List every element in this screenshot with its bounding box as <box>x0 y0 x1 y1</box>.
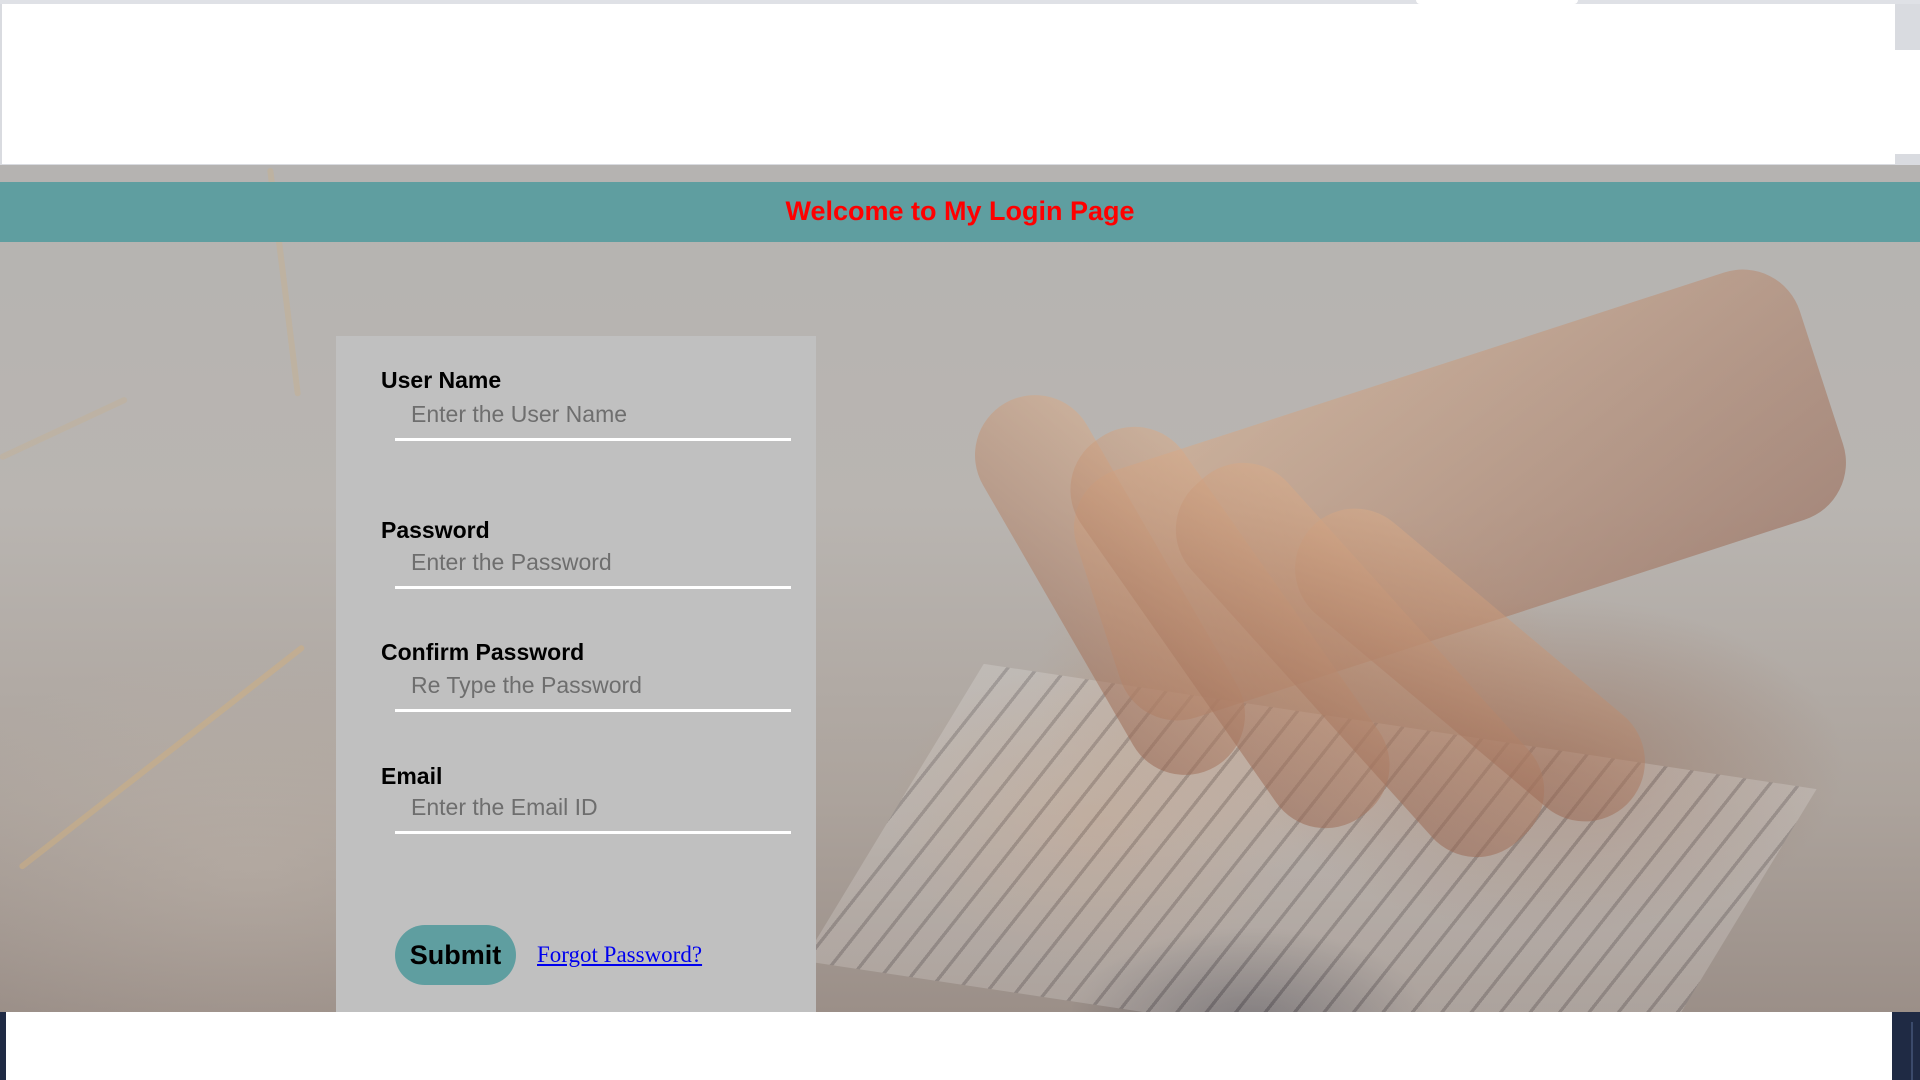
scroll-gutter <box>1895 50 1920 154</box>
login-form: User Name Password Confirm Password Emai… <box>336 336 816 1012</box>
background-hero-image <box>0 165 1920 1012</box>
submit-button[interactable]: Submit <box>395 925 516 985</box>
taskbar-divider <box>1911 1022 1913 1080</box>
confirm-password-input[interactable] <box>395 662 791 712</box>
password-input[interactable] <box>395 539 791 589</box>
desk-edge-decoration <box>18 643 306 871</box>
forgot-password-link[interactable]: Forgot Password? <box>537 942 702 968</box>
footer-area <box>6 1012 1892 1080</box>
page-title: Welcome to My Login Page <box>785 196 1135 226</box>
taskbar-edge <box>1892 1012 1920 1080</box>
title-banner: Welcome to My Login Page <box>0 182 1920 242</box>
username-input[interactable] <box>395 391 791 441</box>
desk-edge-decoration <box>0 396 129 461</box>
header-area <box>2 4 1895 164</box>
username-label: User Name <box>381 367 502 393</box>
login-page: Welcome to My Login Page User Name Passw… <box>0 0 1920 1080</box>
email-input[interactable] <box>395 784 791 834</box>
